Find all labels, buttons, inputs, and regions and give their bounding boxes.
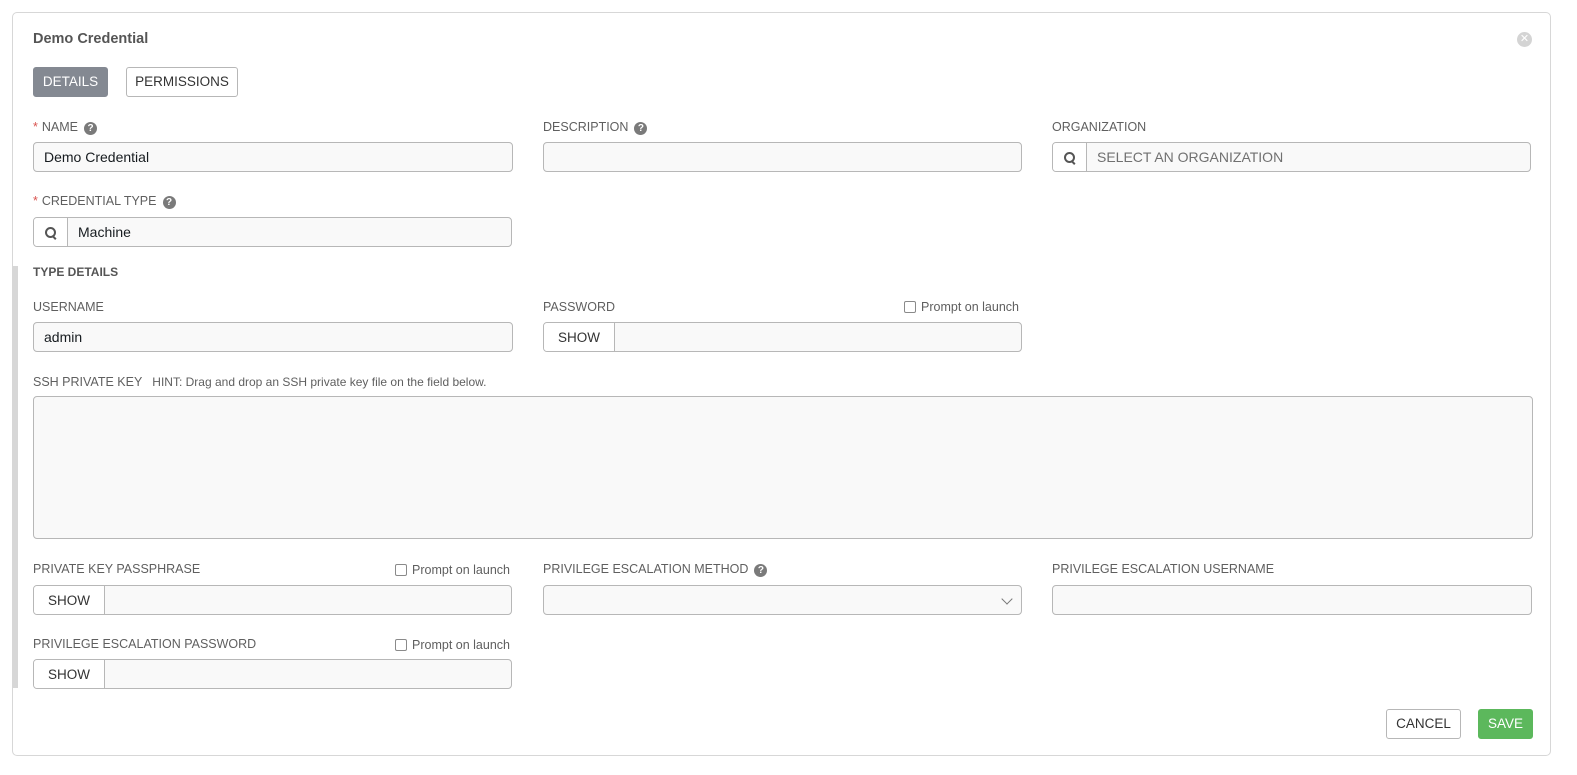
credential-type-lookup[interactable]: Machine: [33, 217, 512, 247]
prompt-checkbox[interactable]: [904, 301, 916, 313]
private-key-passphrase-input[interactable]: [105, 586, 511, 614]
privilege-escalation-password-input[interactable]: [105, 660, 511, 688]
privilege-escalation-method-label: PRIVILEGE ESCALATION METHOD?: [543, 562, 768, 577]
passphrase-prompt-on-launch[interactable]: Prompt on launch: [395, 563, 510, 577]
privilege-escalation-password-label: PRIVILEGE ESCALATION PASSWORD: [33, 637, 257, 651]
description-input[interactable]: [543, 142, 1022, 172]
required-marker: *: [33, 194, 38, 208]
credential-form-panel: Demo Credential ✕ DETAILS PERMISSIONS * N…: [12, 12, 1551, 756]
tab-permissions[interactable]: PERMISSIONS: [126, 67, 238, 97]
search-icon: [1064, 151, 1075, 163]
prompt-checkbox[interactable]: [395, 564, 407, 576]
description-label-text: DESCRIPTION: [543, 120, 629, 134]
ssh-private-key-label: SSH PRIVATE KEY HINT: Drag and drop an SS…: [33, 375, 486, 389]
privilege-escalation-password-field[interactable]: SHOW: [33, 659, 512, 689]
privilege-escalation-method-label-text: PRIVILEGE ESCALATION METHOD: [543, 562, 749, 576]
save-button[interactable]: SAVE: [1478, 709, 1533, 739]
prompt-label: Prompt on launch: [921, 300, 1019, 314]
help-icon[interactable]: ?: [754, 564, 768, 577]
name-input[interactable]: Demo Credential: [33, 142, 513, 172]
escalation-password-prompt-on-launch[interactable]: Prompt on launch: [395, 638, 510, 652]
search-icon: [45, 226, 56, 238]
credential-type-search-button[interactable]: [34, 218, 68, 246]
organization-label: ORGANIZATION: [1052, 120, 1147, 134]
close-icon[interactable]: ✕: [1517, 32, 1532, 47]
privilege-escalation-method-select[interactable]: [543, 585, 1022, 615]
password-label: PASSWORD: [543, 300, 615, 314]
prompt-label: Prompt on launch: [412, 563, 510, 577]
section-divider: [13, 266, 18, 688]
private-key-passphrase-label: PRIVATE KEY PASSPHRASE: [33, 562, 201, 576]
tab-details[interactable]: DETAILS: [33, 67, 108, 97]
cancel-button[interactable]: CANCEL: [1386, 709, 1461, 739]
ssh-private-key-hint: HINT: Drag and drop an SSH private key f…: [152, 375, 487, 389]
chevron-down-icon: [1001, 593, 1013, 605]
organization-input[interactable]: SELECT AN ORGANIZATION: [1087, 143, 1530, 171]
organization-search-button[interactable]: [1053, 143, 1087, 171]
name-label: * NAME?: [33, 120, 97, 135]
organization-lookup[interactable]: SELECT AN ORGANIZATION: [1052, 142, 1531, 172]
type-details-title: TYPE DETAILS: [33, 265, 119, 279]
privilege-escalation-username-input[interactable]: [1052, 585, 1532, 615]
password-input[interactable]: [615, 323, 1021, 351]
ssh-private-key-textarea[interactable]: [33, 396, 1533, 539]
ssh-private-key-label-text: SSH PRIVATE KEY: [33, 375, 143, 389]
description-label: DESCRIPTION?: [543, 120, 648, 135]
prompt-label: Prompt on launch: [412, 638, 510, 652]
passphrase-show-button[interactable]: SHOW: [34, 586, 105, 614]
help-icon[interactable]: ?: [84, 122, 97, 135]
escalation-password-show-button[interactable]: SHOW: [34, 660, 105, 688]
password-prompt-on-launch[interactable]: Prompt on launch: [904, 300, 1019, 314]
password-field[interactable]: SHOW: [543, 322, 1022, 352]
help-icon[interactable]: ?: [634, 122, 648, 135]
name-label-text: NAME: [41, 120, 78, 134]
privilege-escalation-username-label: PRIVILEGE ESCALATION USERNAME: [1052, 562, 1275, 576]
username-label: USERNAME: [33, 300, 104, 314]
private-key-passphrase-field[interactable]: SHOW: [33, 585, 512, 615]
page-title: Demo Credential: [33, 31, 149, 47]
credential-type-label: * CREDENTIAL TYPE?: [33, 194, 176, 209]
credential-type-label-text: CREDENTIAL TYPE: [41, 194, 157, 208]
prompt-checkbox[interactable]: [395, 639, 407, 651]
password-show-button[interactable]: SHOW: [544, 323, 615, 351]
help-icon[interactable]: ?: [162, 196, 176, 209]
required-marker: *: [33, 120, 38, 134]
credential-type-input[interactable]: Machine: [68, 218, 511, 246]
username-input[interactable]: admin: [33, 322, 513, 352]
